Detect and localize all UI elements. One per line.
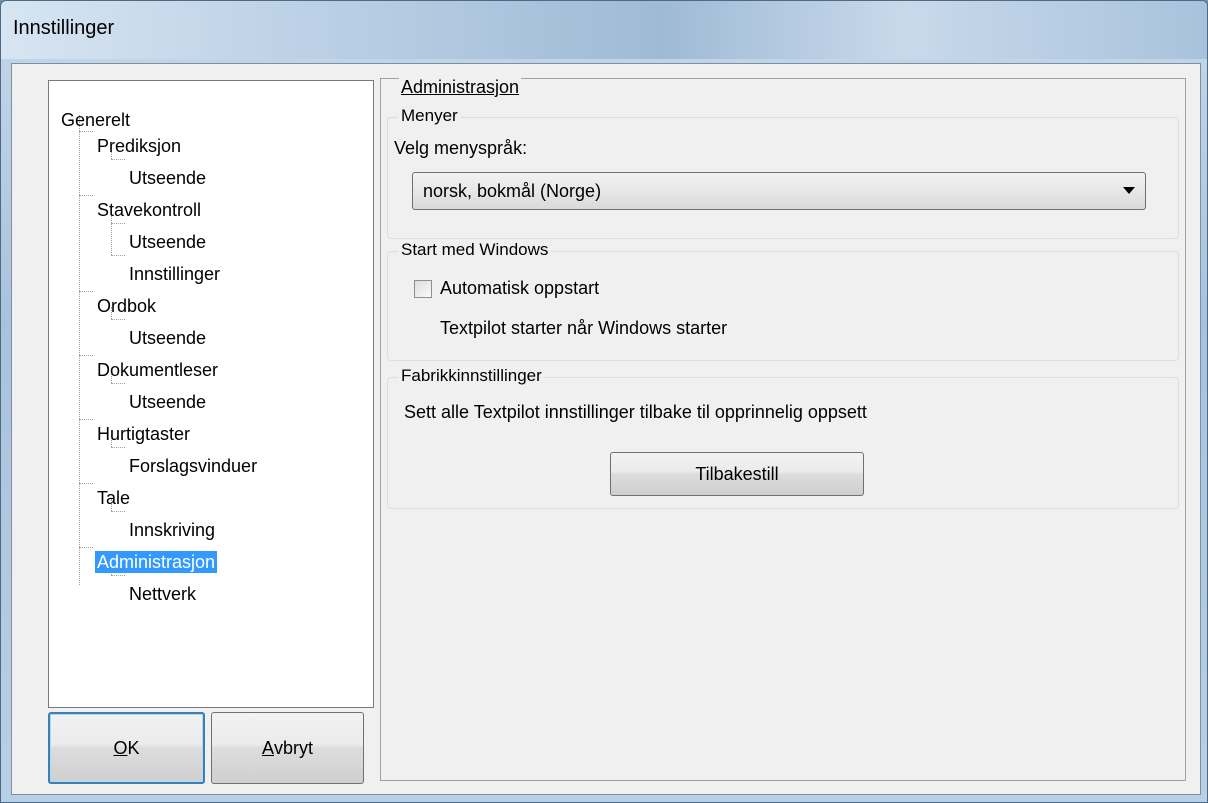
menu-language-prompt: Velg menyspråk: (394, 138, 528, 158)
ok-mnemonic: O (113, 737, 128, 758)
ok-label: K (127, 737, 140, 758)
reset-button[interactable]: Tilbakestill (610, 452, 864, 496)
tree-item-tale[interactable]: Tale (97, 487, 130, 509)
autostart-checkbox[interactable] (414, 280, 432, 298)
factory-description: Sett alle Textpilot innstillinger tilbak… (404, 402, 867, 422)
tree-connector (79, 115, 80, 585)
tree-item-prediksjon-utseende[interactable]: Utseende (129, 167, 206, 189)
settings-window: Innstillinger Generelt Prediksjon Utseen… (0, 0, 1208, 803)
tree-item-dokumentleser-utseende[interactable]: Utseende (129, 391, 206, 413)
autostart-description: Textpilot starter når Windows starter (440, 318, 728, 338)
tree-item-administrasjon[interactable]: Administrasjon (95, 551, 218, 573)
cancel-mnemonic: A (261, 737, 274, 758)
tree-item-stavekontroll[interactable]: Stavekontroll (97, 199, 201, 221)
settings-panel: Administrasjon Menyer Velg menyspråk: no… (380, 77, 1186, 781)
tree-item-stavekontroll-utseende[interactable]: Utseende (129, 231, 206, 253)
tree-connector (79, 483, 93, 484)
startup-group: Start med Windows Automatisk oppstart Te… (387, 240, 1179, 361)
title-bar[interactable]: Innstillinger (1, 1, 1207, 59)
tree-item-nettverk[interactable]: Nettverk (129, 583, 196, 605)
tree-item-ordbok[interactable]: Ordbok (97, 295, 156, 317)
tree-connector (111, 319, 125, 320)
menu-language-value: norsk, bokmål (Norge) (423, 181, 602, 201)
tree-item-innskriving[interactable]: Innskriving (129, 519, 215, 541)
tree-connector (111, 383, 125, 384)
tree-connector (79, 419, 93, 420)
panel-title: Administrasjon (399, 77, 522, 98)
window-title: Innstillinger (13, 17, 115, 39)
tree-connector (111, 575, 125, 576)
tree-item-dokumentleser[interactable]: Dokumentleser (97, 359, 218, 381)
menus-group: Menyer Velg menyspråk: norsk, bokmål (No… (387, 106, 1179, 239)
cancel-label: vbryt (274, 737, 314, 758)
tree-connector (111, 447, 125, 448)
tree-connector (79, 291, 93, 292)
chevron-down-icon (1123, 187, 1135, 194)
tree-connector (79, 131, 93, 132)
tree-item-forslagsvinduer[interactable]: Forslagsvinduer (129, 455, 257, 477)
menu-language-select[interactable]: norsk, bokmål (Norge) (412, 172, 1146, 210)
tree-item-generelt[interactable]: Generelt (61, 109, 130, 131)
tree-connector (111, 159, 125, 160)
tree-item-stavekontroll-innstillinger[interactable]: Innstillinger (129, 263, 220, 285)
startup-group-label: Start med Windows (398, 240, 552, 260)
factory-group: Fabrikkinnstillinger Sett alle Textpilot… (387, 366, 1179, 509)
tree-connector (111, 223, 125, 224)
dialog-client-area: Generelt Prediksjon Utseende Stavekontro… (11, 63, 1201, 795)
tree-item-ordbok-utseende[interactable]: Utseende (129, 327, 206, 349)
tree-connector (79, 195, 93, 196)
autostart-label[interactable]: Automatisk oppstart (440, 278, 599, 299)
tree-connector (111, 511, 125, 512)
ok-button[interactable]: OK (48, 712, 205, 784)
tree-item-hurtigtaster[interactable]: Hurtigtaster (97, 423, 190, 445)
factory-group-label: Fabrikkinnstillinger (398, 366, 545, 386)
tree-connector (111, 255, 125, 256)
tree-connector (79, 355, 93, 356)
tree-connector (79, 547, 93, 548)
tree-item-prediksjon[interactable]: Prediksjon (97, 135, 181, 157)
menus-group-label: Menyer (398, 106, 461, 126)
settings-tree[interactable]: Generelt Prediksjon Utseende Stavekontro… (48, 80, 374, 708)
cancel-button[interactable]: Avbryt (211, 712, 364, 784)
